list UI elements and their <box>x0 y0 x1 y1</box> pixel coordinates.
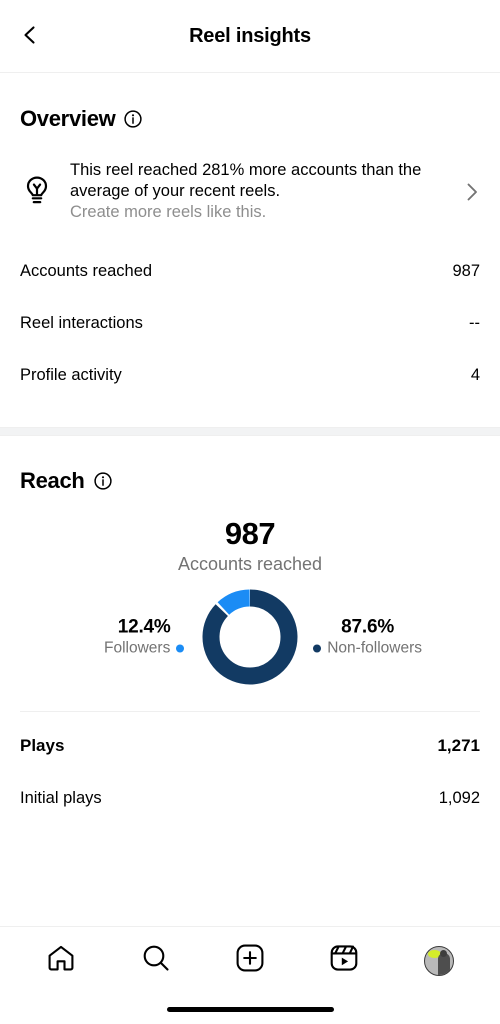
nav-item-profile[interactable] <box>413 935 465 987</box>
app-header: Reel insights <box>0 0 500 73</box>
legend-label: Non-followers <box>327 639 422 657</box>
insight-tip-subtext: Create more reels like this. <box>70 203 267 221</box>
nav-item-home[interactable] <box>35 935 87 987</box>
legend-percent: 87.6% <box>341 616 395 638</box>
metric-label: Accounts reached <box>20 261 153 280</box>
nav-item-search[interactable] <box>130 935 182 987</box>
avatar-figure-head <box>439 949 447 957</box>
info-icon[interactable] <box>93 472 112 490</box>
lightbulb-icon <box>20 175 54 209</box>
reels-icon <box>329 943 359 978</box>
chevron-right-icon[interactable] <box>456 181 480 203</box>
legend-dot-followers-icon <box>176 644 185 653</box>
metric-row-initial-plays[interactable]: Initial plays 1,092 <box>20 772 480 824</box>
metric-row-plays[interactable]: Plays 1,271 <box>20 720 480 772</box>
reach-donut-chart: 12.4% Followers 87.6% Non-followers <box>20 587 480 687</box>
overview-heading-row: Overview <box>20 73 480 132</box>
search-icon <box>141 943 171 978</box>
scroll-content: Overview This reel reached 281% more acc… <box>0 73 500 926</box>
overview-section: Overview This reel reached 281% more acc… <box>0 73 500 427</box>
insight-tip-row[interactable]: This reel reached 281% more accounts tha… <box>20 132 480 245</box>
metric-row-profile-activity[interactable]: Profile activity 4 <box>20 349 480 401</box>
reach-total-caption: Accounts reached <box>177 554 323 574</box>
plays-section: Plays 1,271 Initial plays 1,092 <box>0 712 500 824</box>
chevron-left-icon <box>19 24 41 49</box>
metric-value: 1,092 <box>438 788 480 807</box>
reach-donut-block: 987 Accounts reached 12.4% Followers 87.… <box>20 494 480 691</box>
reach-total-value: 987 <box>224 516 276 551</box>
home-indicator <box>166 1006 334 1012</box>
metric-value: 4 <box>470 365 480 384</box>
reel-insights-screen: Reel insights Overview This reel reached… <box>0 0 500 1024</box>
metric-label: Plays <box>20 736 65 755</box>
legend-non-followers: 87.6% Non-followers <box>313 617 422 658</box>
create-plus-icon <box>235 943 265 978</box>
legend-followers: 12.4% Followers <box>104 616 185 658</box>
reach-heading-row: Reach <box>20 436 480 494</box>
home-icon <box>46 943 76 978</box>
overview-title: Overview <box>20 106 116 131</box>
bottom-navigation-bar <box>0 926 500 994</box>
donut-svg <box>202 589 298 685</box>
page-title: Reel insights <box>189 24 311 47</box>
metric-value: 987 <box>452 261 480 280</box>
metric-value: -- <box>469 313 480 332</box>
insight-tip-headline: This reel reached 281% more accounts tha… <box>70 161 422 200</box>
home-indicator-area <box>0 994 500 1024</box>
nav-item-create[interactable] <box>224 935 276 987</box>
metric-label: Reel interactions <box>20 313 143 332</box>
metric-value: 1,271 <box>437 736 480 755</box>
legend-name-row: Followers <box>104 639 185 658</box>
metric-row-reel-interactions[interactable]: Reel interactions -- <box>20 297 480 349</box>
metric-row-accounts-reached[interactable]: Accounts reached 987 <box>20 245 480 297</box>
reach-title: Reach <box>20 468 85 493</box>
nav-item-reels[interactable] <box>318 935 370 987</box>
legend-name-row: Non-followers <box>313 640 422 658</box>
info-icon[interactable] <box>124 110 143 128</box>
insight-tip-text: This reel reached 281% more accounts tha… <box>70 160 440 223</box>
legend-percent: 12.4% <box>117 616 171 638</box>
metric-label: Initial plays <box>20 788 102 807</box>
donut-arc-non-followers <box>202 589 298 685</box>
metric-label: Profile activity <box>20 365 122 384</box>
section-separator <box>0 427 500 436</box>
legend-dot-non-followers-icon <box>313 644 322 653</box>
back-button[interactable] <box>10 16 50 56</box>
legend-label: Followers <box>104 639 171 657</box>
reach-section: Reach 987 Accounts reached 12.4% Followe… <box>0 436 500 691</box>
avatar <box>423 945 454 976</box>
